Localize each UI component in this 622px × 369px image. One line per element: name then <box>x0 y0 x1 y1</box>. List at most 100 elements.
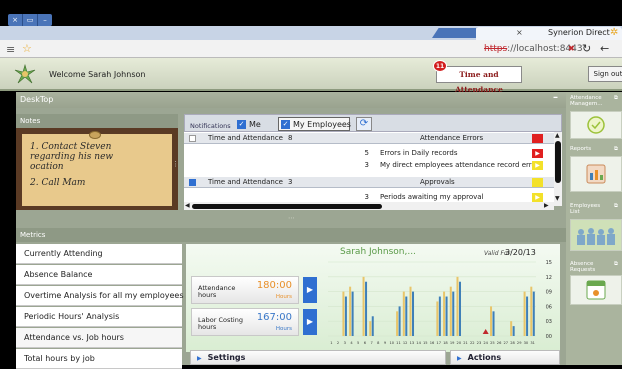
metric-item[interactable]: Currently Attending <box>16 244 182 264</box>
pin-icon <box>89 131 101 139</box>
menu-icon[interactable]: ≡ <box>6 43 15 56</box>
scroll-down-icon[interactable]: ▼ <box>555 195 560 202</box>
x-tick-label: 20 <box>457 341 462 345</box>
notification-count-badge: 11 <box>433 60 447 72</box>
notification-group-row[interactable]: Time and Attendance 3 Approvals <box>184 177 554 188</box>
popout-icon[interactable]: ⧉ <box>614 261 622 267</box>
metric-item[interactable]: Absence Balance <box>16 265 182 285</box>
y-tick-label: 06 <box>546 304 552 310</box>
attendance-hours-drill-button[interactable]: ▶ <box>303 277 317 303</box>
bar <box>371 316 374 336</box>
reload-icon[interactable]: ↻ <box>582 42 591 55</box>
labor-costing-drill-button[interactable]: ▶ <box>303 309 317 335</box>
me-label: Me <box>249 120 261 129</box>
minimize-icon[interactable]: – <box>553 92 558 103</box>
kpi-value: 180:00 <box>256 280 292 291</box>
security-warning-icon[interactable]: ✖ <box>568 44 575 53</box>
expand-icon[interactable] <box>189 135 196 142</box>
new-tab-button[interactable] <box>432 28 476 38</box>
status-flag-icon <box>532 134 543 143</box>
bookmark-star-icon[interactable]: ☆ <box>22 42 32 55</box>
sign-out-button[interactable]: Sign out <box>588 66 622 82</box>
splitter-handle[interactable]: ⋯ <box>288 214 295 222</box>
maximize-window-button[interactable]: ▭ <box>23 14 38 26</box>
vertical-scroll-thumb[interactable] <box>555 141 561 183</box>
x-tick-label: 21 <box>463 341 468 345</box>
bar <box>445 296 448 336</box>
me-checkbox[interactable]: ✓ <box>237 120 246 129</box>
desktop-title: DeskTop <box>20 95 54 104</box>
popout-icon[interactable]: ⧉ <box>614 146 622 152</box>
bar <box>351 291 354 336</box>
x-tick-label: 7 <box>370 341 372 345</box>
bar <box>449 286 452 336</box>
group-name: Time and Attendance <box>208 178 283 186</box>
x-tick-label: 23 <box>477 341 482 345</box>
close-window-button[interactable]: × <box>8 14 23 26</box>
popout-icon[interactable]: ⧉ <box>614 203 622 209</box>
refresh-icon[interactable]: ⟳ <box>356 117 372 131</box>
kpi-unit: Hours <box>275 326 292 332</box>
logo-icon <box>14 64 36 84</box>
go-arrow-icon[interactable]: ▶ <box>532 193 543 202</box>
x-tick-label: 1 <box>330 341 332 345</box>
time-attendance-button[interactable]: Time and Attendance <box>436 66 522 94</box>
group-name: Time and Attendance <box>208 134 283 142</box>
today-marker-icon <box>482 329 489 334</box>
notifications-label: Notifications <box>190 122 231 130</box>
x-tick-label: 2 <box>337 341 339 345</box>
notification-group-row[interactable]: Time and Attendance 8 Attendance Errors <box>184 133 554 144</box>
item-count: 5 <box>364 149 369 157</box>
labor-costing-card: Labor Costing hours 167:00 Hours <box>191 308 299 336</box>
group-category: Attendance Errors <box>420 134 484 142</box>
settings-section[interactable]: ▶ Settings <box>190 350 446 365</box>
window-controls: × ▭ – <box>8 14 52 26</box>
bar <box>402 291 405 336</box>
metric-item[interactable]: Overtime Analysis for all my employees <box>16 286 184 306</box>
item-description: Errors in Daily records <box>380 149 458 157</box>
x-tick-label: 30 <box>524 341 529 345</box>
x-tick-label: 12 <box>403 341 408 345</box>
popout-icon[interactable]: ⧉ <box>614 95 622 101</box>
bar <box>409 286 412 336</box>
x-tick-label: 6 <box>364 341 367 345</box>
back-icon[interactable]: ← <box>600 42 609 55</box>
widget-title: Employees List <box>570 203 601 215</box>
metrics-title: Metrics <box>20 231 46 239</box>
bar <box>436 301 439 336</box>
x-tick-label: 14 <box>416 341 421 345</box>
metric-item[interactable]: Total hours by job <box>16 349 182 369</box>
bar <box>530 286 533 336</box>
y-tick-label: 15 <box>546 260 552 266</box>
horizontal-scroll-thumb[interactable] <box>192 204 382 209</box>
sticky-note[interactable]: 1. Contact Steven regarding his new ocat… <box>22 134 172 206</box>
metric-item[interactable]: Attendance vs. Job hours <box>16 328 182 348</box>
metric-item[interactable]: Periodic Hours' Analysis <box>16 307 182 327</box>
scroll-left-icon[interactable]: ◀ <box>185 202 190 209</box>
item-count: 3 <box>364 161 369 169</box>
x-tick-label: 19 <box>450 341 455 345</box>
notification-row[interactable]: 3 My direct employees attendance record e… <box>184 160 554 171</box>
scroll-up-icon[interactable]: ▲ <box>555 132 560 139</box>
go-arrow-icon[interactable]: ▶ <box>532 149 543 158</box>
bar <box>526 296 529 336</box>
resize-handle[interactable]: ⋮ <box>172 160 179 168</box>
bar <box>532 291 535 336</box>
widget-title: Absence Requests <box>570 261 596 273</box>
go-arrow-icon[interactable]: ▶ <box>532 161 543 170</box>
calendar-icon <box>586 280 606 300</box>
minimize-window-button[interactable]: – <box>38 14 52 26</box>
notification-row[interactable]: 5 Errors in Daily records ▶ <box>184 148 554 159</box>
actions-section[interactable]: ▶ Actions <box>450 350 560 365</box>
kpi-title: Attendance hours <box>198 284 236 299</box>
widget-content <box>570 111 622 139</box>
bar <box>492 311 495 336</box>
group-count: 8 <box>288 134 293 142</box>
y-tick-label: 03 <box>546 319 552 325</box>
expand-icon[interactable] <box>189 179 196 186</box>
scroll-right-icon[interactable]: ▶ <box>544 202 549 209</box>
x-tick-label: 5 <box>357 341 359 345</box>
bar <box>362 276 365 336</box>
tab-close-icon[interactable]: × <box>516 28 523 37</box>
my-employees-checkbox[interactable]: ✓ <box>281 120 290 129</box>
